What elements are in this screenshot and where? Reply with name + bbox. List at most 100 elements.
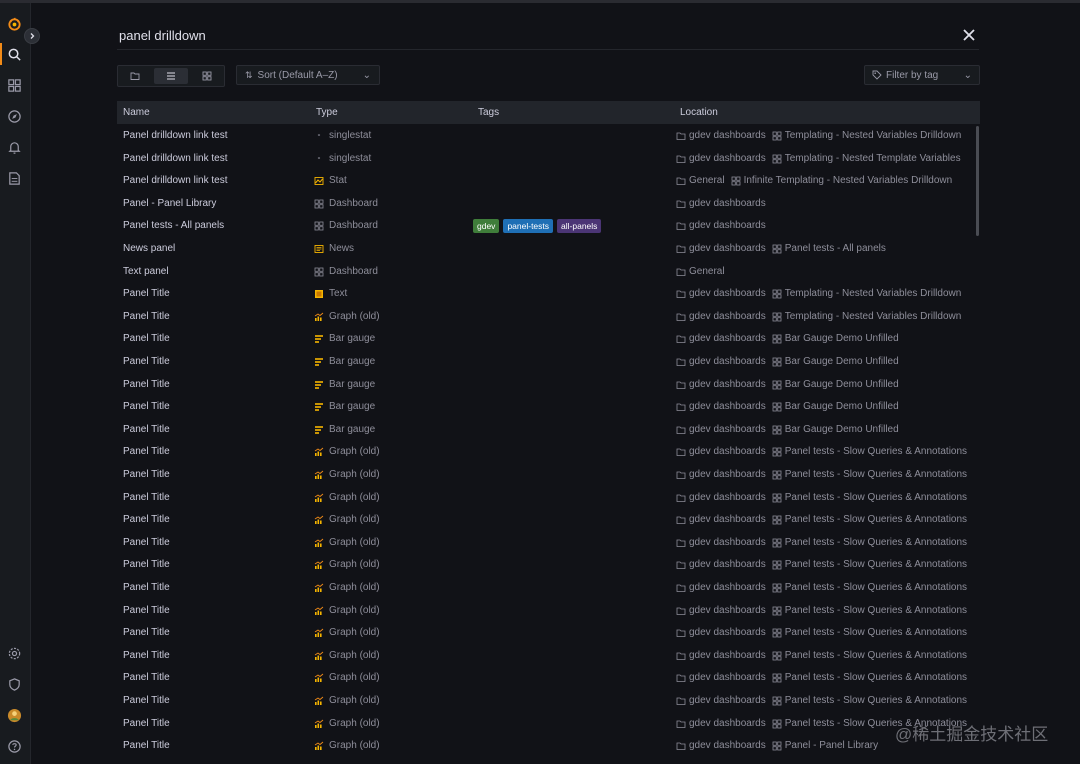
table-row[interactable]: Panel Title Graph (old) gdev dashboards Pan… <box>117 622 973 645</box>
folder-view-button[interactable] <box>118 66 152 86</box>
table-row[interactable]: Panel - Panel Library Dashboard gdev dashb… <box>117 193 973 216</box>
table-row[interactable]: Panel tests - All panels Dashboard gdev pan… <box>117 215 973 238</box>
alerting-icon[interactable] <box>5 138 23 156</box>
table-row[interactable]: Panel drilldown link test ⁻ singlestat gdev… <box>117 148 973 171</box>
table-row[interactable]: Panel Title Graph (old) gdev dashboards Pan… <box>117 735 973 758</box>
header-type[interactable]: Type <box>316 101 338 124</box>
table-row[interactable]: Panel Title Graph (old) gdev dashboards Pan… <box>117 600 973 623</box>
table-row[interactable]: Panel Title Bar gauge gdev dashboards Bar G… <box>117 351 973 374</box>
table-row[interactable]: Panel Title Bar gauge gdev dashboards Bar G… <box>117 396 973 419</box>
tag-filter-select[interactable]: Filter by tag ⌄ <box>864 65 980 85</box>
tag-badge[interactable]: all-panels <box>557 219 602 234</box>
table-row[interactable]: Panel Title Graph (old) gdev dashboards Pan… <box>117 554 973 577</box>
header-location[interactable]: Location <box>680 101 718 124</box>
dashboard-icon <box>772 154 782 164</box>
reports-icon[interactable] <box>5 169 23 187</box>
active-indicator <box>0 43 2 65</box>
table-row[interactable]: News panel News gdev dashboards Panel tests… <box>117 238 973 261</box>
row-type-label: Graph (old) <box>329 514 380 526</box>
table-row[interactable]: Panel Title Graph (old) gdev dashboards Pan… <box>117 509 973 532</box>
graph-icon <box>314 493 324 503</box>
dashboard-icon <box>772 334 782 344</box>
graph-icon <box>314 312 324 322</box>
scrollbar[interactable] <box>976 126 979 236</box>
table-row[interactable]: Panel Title Graph (old) gdev dashboards Pan… <box>117 645 973 668</box>
graph-icon <box>314 447 324 457</box>
location-folder: gdev dashboards <box>689 695 766 706</box>
table-row[interactable]: Panel Title Graph (old) gdev dashboards Pan… <box>117 487 973 510</box>
location-folder: gdev dashboards <box>689 649 766 661</box>
table-row[interactable]: Panel Title Graph (old) gdev dashboards Pan… <box>117 713 973 736</box>
row-name: Panel Title <box>123 469 170 480</box>
search-input[interactable] <box>119 24 939 46</box>
row-location: gdev dashboards <box>676 193 766 215</box>
row-location: General <box>676 261 725 283</box>
dashboard-icon <box>772 470 782 480</box>
row-name: Panel - Panel Library <box>123 197 217 209</box>
row-location: gdev dashboards Panel tests - All panels <box>676 238 886 260</box>
table-row[interactable]: Panel drilldown link test ⁻ singlestat gdev… <box>117 125 973 148</box>
table-row[interactable]: Panel Title Graph (old) gdev dashboards Pan… <box>117 441 973 464</box>
location-folder: gdev dashboards <box>689 220 766 232</box>
search-icon[interactable] <box>5 45 23 63</box>
row-type: Graph (old) <box>314 554 380 576</box>
table-row[interactable]: Panel Title Bar gauge gdev dashboards Bar G… <box>117 374 973 397</box>
dashboard-icon <box>772 673 782 683</box>
tag-badge[interactable]: panel-tests <box>503 219 554 234</box>
header-tags[interactable]: Tags <box>478 101 499 124</box>
grid-view-button[interactable] <box>190 66 224 86</box>
settings-icon[interactable] <box>5 644 23 662</box>
bar-gauge-icon <box>314 402 324 412</box>
table-row[interactable]: Panel Title Bar gauge gdev dashboards Bar G… <box>117 328 973 351</box>
graph-icon <box>314 696 324 706</box>
table-row[interactable]: Panel Title Graph (old) gdev dashboards Tem… <box>117 306 973 329</box>
dashboards-icon[interactable] <box>5 76 23 94</box>
dashboard-icon <box>772 719 782 729</box>
header-name[interactable]: Name <box>123 101 150 124</box>
grafana-logo[interactable] <box>5 15 23 33</box>
table-row[interactable]: Panel Title Text gdev dashboards Templating… <box>117 283 973 306</box>
row-location: gdev dashboards Panel tests - Slow Querie… <box>676 487 967 509</box>
table-row[interactable]: Panel drilldown link test Stat General Infi… <box>117 170 973 193</box>
row-type-label: Bar gauge <box>329 401 376 413</box>
tag-badge[interactable]: gdev <box>473 219 500 234</box>
location-folder: gdev dashboards <box>689 333 766 345</box>
row-type-label: Text <box>329 288 348 300</box>
location-dashboard: Templating - Nested Variables Drilldown <box>784 130 962 141</box>
folder-icon <box>676 470 686 480</box>
bar-gauge-icon <box>314 425 324 435</box>
row-name: Panel Title <box>123 356 170 367</box>
table-row[interactable]: Panel Title Graph (old) gdev dashboards Pan… <box>117 690 973 713</box>
row-location: gdev dashboards Panel tests - Slow Querie… <box>676 600 967 622</box>
expand-sidebar-button[interactable] <box>24 28 40 44</box>
folder-icon <box>676 131 686 141</box>
close-icon[interactable] <box>960 26 978 44</box>
row-location: gdev dashboards Panel tests - Slow Querie… <box>676 645 967 667</box>
row-name: Panel Title <box>123 740 170 752</box>
location-dashboard: Bar Gauge Demo Unfilled <box>784 423 899 435</box>
table-row[interactable]: Panel Title Graph (old) gdev dashboards Pan… <box>117 577 973 600</box>
shield-icon[interactable] <box>5 675 23 693</box>
table-row[interactable]: Panel Title Graph (old) gdev dashboards Pan… <box>117 667 973 690</box>
table-row[interactable]: Panel Title Bar gauge gdev dashboards Bar G… <box>117 419 973 442</box>
graph-icon <box>314 538 324 548</box>
folder-icon <box>676 267 686 277</box>
row-type: ⁻ singlestat <box>314 125 371 147</box>
table-row[interactable]: Panel Title Graph (old) gdev dashboards Pan… <box>117 464 973 487</box>
location-folder: gdev dashboards <box>689 514 766 526</box>
bar-gauge-icon <box>314 334 324 344</box>
sort-select[interactable]: ⇅ Sort (Default A–Z) ⌄ <box>236 65 380 85</box>
help-icon[interactable] <box>5 737 23 755</box>
table-row[interactable]: Text panel Dashboard General <box>117 261 973 284</box>
row-location: gdev dashboards Panel tests - Slow Querie… <box>676 532 967 554</box>
explore-icon[interactable] <box>5 107 23 125</box>
row-location: gdev dashboards Panel - Panel Library <box>676 735 878 757</box>
list-view-button[interactable] <box>154 68 188 84</box>
row-type-label: Graph (old) <box>329 469 380 480</box>
location-folder: gdev dashboards <box>689 310 766 322</box>
avatar[interactable] <box>5 706 23 724</box>
row-type: Graph (old) <box>314 464 380 486</box>
row-type: Graph (old) <box>314 690 380 712</box>
table-row[interactable]: Panel Title Graph (old) gdev dashboards Pan… <box>117 532 973 555</box>
location-folder: gdev dashboards <box>689 582 766 593</box>
